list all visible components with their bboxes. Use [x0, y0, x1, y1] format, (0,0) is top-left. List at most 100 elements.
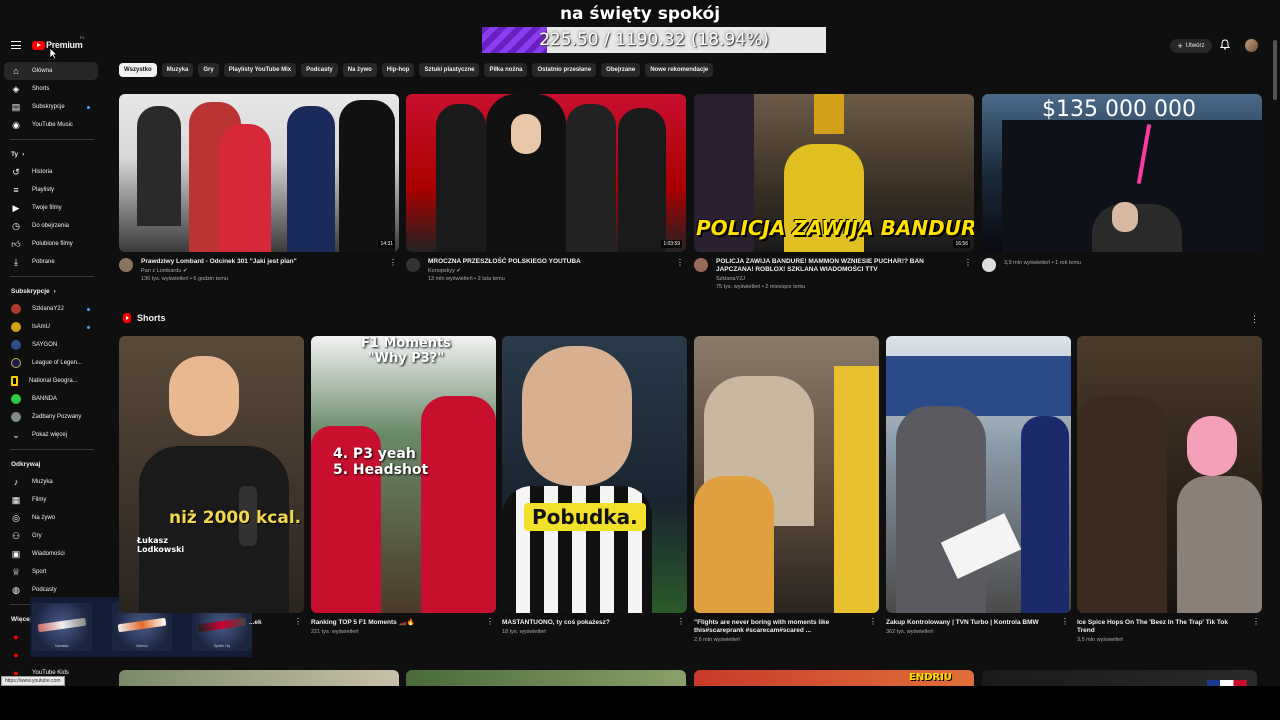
- short-thumbnail[interactable]: [886, 336, 1071, 613]
- section-you-header[interactable]: Ty ›: [0, 145, 104, 163]
- short-card[interactable]: F1 Moments "Why P3?" 4. P3 yeah 5. Heads…: [311, 336, 496, 635]
- more-options-icon[interactable]: ⋮: [677, 617, 685, 626]
- video-thumbnail[interactable]: [119, 670, 399, 686]
- video-card[interactable]: 1:03:59 MROCZNA PRZESZŁOŚĆ POLSKIEGO YOU…: [406, 94, 686, 282]
- sidebar-channel[interactable]: IsAmU: [0, 318, 104, 336]
- short-title[interactable]: Ranking TOP 5 F1 Moments 🏎️🔥: [311, 619, 496, 627]
- sidebar-item-news[interactable]: ▣ Wiadomości: [0, 545, 104, 563]
- video-title[interactable]: Prawdziwy Lombard - Odcinek 301 "Jaki je…: [141, 258, 399, 266]
- sidebar-channel[interactable]: Zadbany Pozwany: [0, 408, 104, 426]
- sidebar-item-playlists[interactable]: ≡ Playlisty: [0, 181, 104, 199]
- short-thumbnail[interactable]: niż 2000 kcal. Łukasz Lodkowski: [119, 336, 304, 613]
- short-title[interactable]: Ice Spice Hops On The 'Beez In The Trap'…: [1077, 619, 1262, 635]
- sidebar-item-films[interactable]: ▦ Filmy: [0, 491, 104, 509]
- video-thumbnail[interactable]: 1:03:59: [406, 94, 686, 252]
- chip[interactable]: Ostatnio przesłane: [532, 63, 597, 77]
- short-title[interactable]: Zakup Kontrolowany | TVN Turbo | Kontrol…: [886, 619, 1071, 627]
- sidebar-channel[interactable]: SzklanaY2J: [0, 300, 104, 318]
- short-title[interactable]: MASTANTUONO, ty coś pokażesz?: [502, 619, 687, 627]
- sidebar-item-gaming[interactable]: ⚇ Gry: [0, 527, 104, 545]
- chip[interactable]: Piłka nożna: [484, 63, 528, 77]
- more-options-icon[interactable]: ⋮: [964, 258, 972, 267]
- user-avatar[interactable]: [1245, 39, 1258, 52]
- sidebar-item-downloads[interactable]: ⤓ Pobrane: [0, 253, 104, 271]
- chip[interactable]: Playlisty YouTube Mix: [223, 63, 297, 77]
- section-subscriptions-header[interactable]: Subskrypcje ›: [0, 282, 104, 300]
- sidebar-item-liked[interactable]: 👍︎ Polubione filmy: [0, 235, 104, 253]
- more-options-icon[interactable]: ⋮: [486, 617, 494, 626]
- menu-icon[interactable]: [11, 41, 21, 49]
- more-options-icon[interactable]: ⋮: [1061, 617, 1069, 626]
- sidebar-item-music[interactable]: ♪ Muzyka: [0, 473, 104, 491]
- video-thumbnail[interactable]: $135 000 000: [982, 94, 1262, 252]
- short-card[interactable]: Ice Spice Hops On The 'Beez In The Trap'…: [1077, 336, 1262, 643]
- more-options-icon[interactable]: ⋮: [389, 258, 397, 267]
- channel-avatar[interactable]: [694, 258, 708, 272]
- video-thumbnail[interactable]: [406, 670, 686, 686]
- video-stats[interactable]: Konopskyy ✔: [428, 268, 686, 274]
- channel-avatar[interactable]: [119, 258, 133, 272]
- more-options-icon[interactable]: ⋮: [676, 258, 684, 267]
- video-card[interactable]: POLICJA ZAWIJA BANDURE! 16:56 POLICJA ZA…: [694, 94, 974, 290]
- sidebar-item-watch-later[interactable]: ◷ Do obejrzenia: [0, 217, 104, 235]
- sidebar-item-subscriptions[interactable]: ▤ Subskrypcje: [0, 98, 104, 116]
- sidebar-item-home[interactable]: ⌂ Główna: [4, 62, 98, 80]
- channel-avatar[interactable]: [406, 258, 420, 272]
- channel-avatar[interactable]: [982, 258, 996, 272]
- film-icon: ▦: [11, 494, 21, 505]
- short-thumbnail[interactable]: [694, 336, 879, 613]
- seat: [834, 366, 879, 613]
- channel-name[interactable]: SzklanaY2J: [716, 276, 974, 282]
- page-scrollbar[interactable]: [1272, 38, 1278, 684]
- short-card[interactable]: niż 2000 kcal. Łukasz Lodkowski ...ek ⋮: [119, 336, 304, 627]
- sidebar-item-your-videos[interactable]: ▶ Twoje filmy: [0, 199, 104, 217]
- short-card[interactable]: Zakup Kontrolowany | TVN Turbo | Kontrol…: [886, 336, 1071, 635]
- scrollbar-thumb[interactable]: [1273, 40, 1277, 100]
- chip-all[interactable]: Wszystko: [119, 63, 157, 77]
- sidebar-channel[interactable]: National Geogra...: [0, 372, 104, 390]
- video-thumbnail[interactable]: ENDRIU: [694, 670, 974, 686]
- person-figure: [139, 446, 289, 613]
- chip[interactable]: Obejrzane: [601, 63, 641, 77]
- chip[interactable]: Podcasty: [301, 63, 338, 77]
- chip[interactable]: Nowe rekomendacje: [645, 63, 714, 77]
- show-more-button[interactable]: ⌄ Pokaż więcej: [0, 426, 104, 444]
- sidebar-item-history[interactable]: ↺ Historia: [0, 163, 104, 181]
- sidebar-item-shorts[interactable]: ◈ Shorts: [0, 80, 104, 98]
- chip[interactable]: Gry: [198, 63, 219, 77]
- chip[interactable]: Sztuki plastyczne: [419, 63, 480, 77]
- bell-icon[interactable]: [1219, 39, 1231, 53]
- video-thumbnail[interactable]: [982, 670, 1257, 686]
- sidebar-item-sport[interactable]: ♕ Sport: [0, 563, 104, 581]
- face: [511, 114, 541, 154]
- youtube-premium-icon: ●: [13, 632, 19, 642]
- sidebar-item-live[interactable]: ◎ Na żywo: [0, 509, 104, 527]
- short-card[interactable]: Pobudka. MASTANTUONO, ty coś pokażesz? 1…: [502, 336, 687, 635]
- channel-name[interactable]: Pan z Lombardu ✔: [141, 268, 399, 274]
- chip[interactable]: Hip-hop: [381, 63, 415, 77]
- video-card[interactable]: 14:31 Prawdziwy Lombard - Odcinek 301 "J…: [119, 94, 399, 282]
- sidebar-channel[interactable]: League of Legen...: [0, 354, 104, 372]
- sidebar-channel[interactable]: SAYGON: [0, 336, 104, 354]
- more-options-icon[interactable]: ⋮: [1250, 314, 1259, 325]
- sidebar-item-youtube-music[interactable]: ◉ YouTube Music: [0, 116, 104, 134]
- more-options-icon[interactable]: ⋮: [1252, 617, 1260, 626]
- person-figure: [566, 104, 616, 252]
- short-thumbnail[interactable]: Pobudka.: [502, 336, 687, 613]
- chip[interactable]: Muzyka: [161, 63, 194, 77]
- short-card[interactable]: "Flights are never boring with moments l…: [694, 336, 879, 643]
- video-card[interactable]: $135 000 000 3,9 mln wyświetleń • 1 rok …: [982, 94, 1262, 272]
- video-title[interactable]: MROCZNA PRZESZŁOŚĆ POLSKIEGO YOUTUBA: [428, 258, 686, 266]
- video-thumbnail[interactable]: 14:31: [119, 94, 399, 252]
- video-title[interactable]: POLICJA ZAWIJA BANDURE! MAMMON WZNIESIE …: [716, 258, 974, 274]
- create-button[interactable]: + Utwórz: [1170, 39, 1212, 53]
- short-thumbnail[interactable]: F1 Moments "Why P3?" 4. P3 yeah 5. Heads…: [311, 336, 496, 613]
- chip[interactable]: Na żywo: [342, 63, 377, 77]
- more-options-icon[interactable]: ⋮: [294, 617, 302, 626]
- video-thumbnail[interactable]: POLICJA ZAWIJA BANDURE! 16:56: [694, 94, 974, 252]
- short-thumbnail[interactable]: [1077, 336, 1262, 613]
- more-options-icon[interactable]: ⋮: [869, 617, 877, 626]
- sidebar-channel[interactable]: BANNDA: [0, 390, 104, 408]
- short-title[interactable]: "Flights are never boring with moments l…: [694, 619, 879, 635]
- short-title[interactable]: ...ek: [119, 619, 304, 627]
